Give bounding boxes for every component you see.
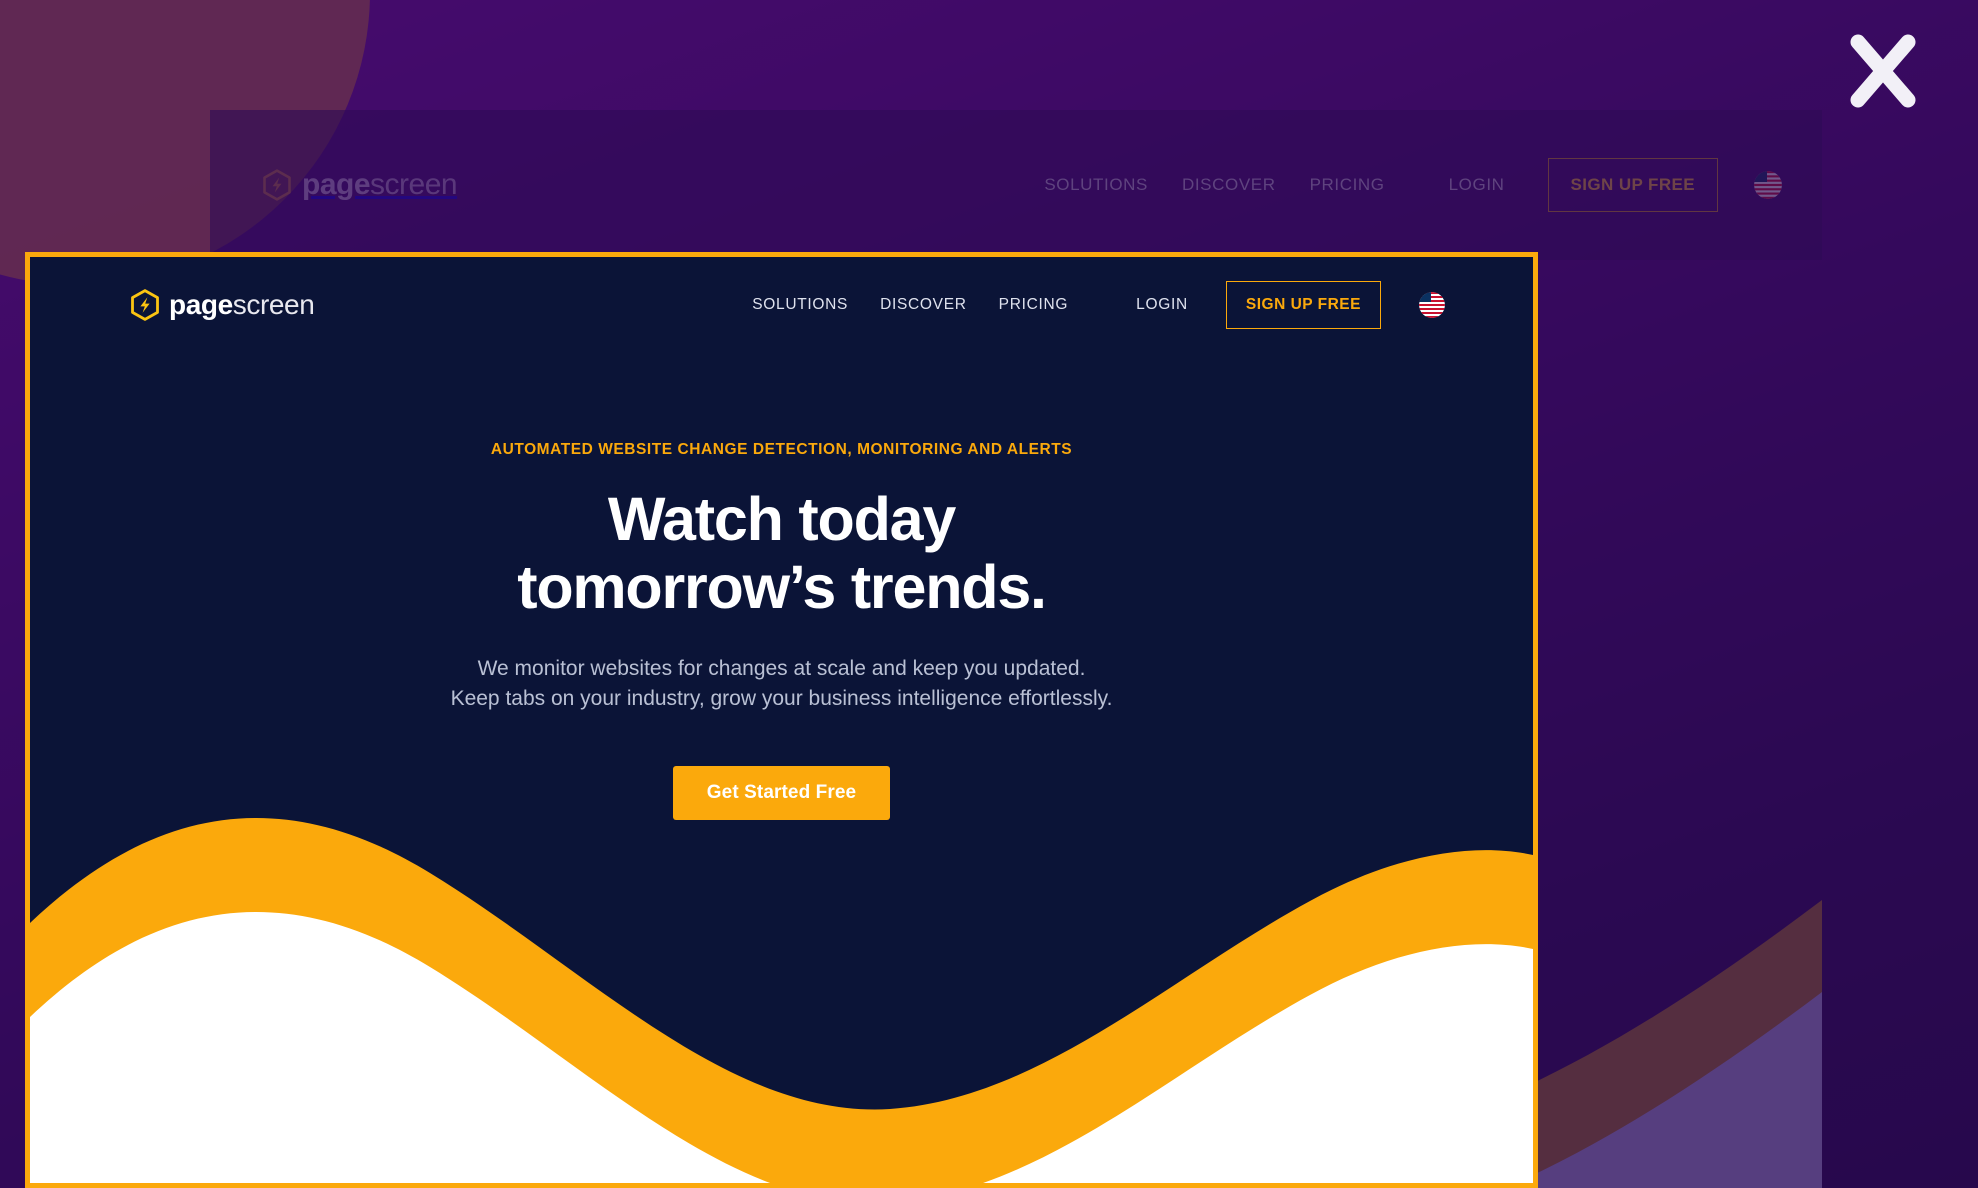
hero-section: AUTOMATED WEBSITE CHANGE DETECTION, MONI… bbox=[30, 353, 1533, 821]
hero-cta-wrap: Get Started Free bbox=[30, 766, 1533, 821]
hero-eyebrow: AUTOMATED WEBSITE CHANGE DETECTION, MONI… bbox=[490, 441, 1073, 458]
panel-nav: SOLUTIONS DISCOVER PRICING LOGIN SIGN UP… bbox=[736, 281, 1445, 329]
background-logo[interactable]: pagescreen bbox=[262, 168, 458, 202]
background-nav-pricing[interactable]: PRICING bbox=[1293, 175, 1402, 195]
get-started-free-button[interactable]: Get Started Free bbox=[672, 766, 891, 821]
panel-logo[interactable]: pagescreen bbox=[130, 289, 315, 321]
panel-header: pagescreen SOLUTIONS DISCOVER PRICING LO… bbox=[30, 257, 1533, 353]
hero-headline: Watch today tomorrow’s trends. bbox=[30, 485, 1533, 622]
background-nav-login[interactable]: LOGIN bbox=[1432, 175, 1522, 195]
hero-wave-graphic bbox=[30, 763, 1533, 1183]
us-flag-icon[interactable] bbox=[1754, 171, 1782, 199]
pagescreen-hexagon-icon bbox=[262, 169, 292, 201]
screenshot-stage: pagescreen SOLUTIONS DISCOVER PRICING LO… bbox=[0, 0, 1978, 1188]
hero-subtitle-line2: Keep tabs on your industry, grow your bu… bbox=[450, 686, 1113, 710]
panel-signup-button[interactable]: SIGN UP FREE bbox=[1225, 281, 1381, 329]
background-nav: SOLUTIONS DISCOVER PRICING LOGIN SIGN UP… bbox=[1027, 158, 1782, 212]
pagescreen-hexagon-icon bbox=[130, 289, 160, 321]
hero-headline-line2: tomorrow’s trends. bbox=[517, 553, 1047, 622]
panel-nav-pricing[interactable]: PRICING bbox=[983, 296, 1085, 314]
hero-subtitle: We monitor websites for changes at scale… bbox=[30, 654, 1533, 714]
background-signup-button[interactable]: SIGN UP FREE bbox=[1547, 158, 1718, 212]
hero-subtitle-line1: We monitor websites for changes at scale… bbox=[477, 656, 1086, 680]
background-header-bar: pagescreen SOLUTIONS DISCOVER PRICING LO… bbox=[210, 110, 1822, 260]
panel-nav-solutions[interactable]: SOLUTIONS bbox=[736, 296, 864, 314]
screenshot-preview-panel: pagescreen SOLUTIONS DISCOVER PRICING LO… bbox=[25, 252, 1538, 1188]
panel-nav-login[interactable]: LOGIN bbox=[1120, 296, 1204, 314]
background-nav-discover[interactable]: DISCOVER bbox=[1165, 175, 1293, 195]
panel-nav-discover[interactable]: DISCOVER bbox=[864, 296, 983, 314]
close-x-icon[interactable] bbox=[1840, 28, 1926, 114]
hero-headline-line1: Watch today bbox=[607, 485, 956, 553]
background-nav-solutions[interactable]: SOLUTIONS bbox=[1027, 175, 1165, 195]
us-flag-icon[interactable] bbox=[1419, 292, 1445, 318]
panel-logo-text: pagescreen bbox=[169, 289, 315, 320]
background-logo-text: pagescreen bbox=[302, 168, 458, 201]
panel-content: pagescreen SOLUTIONS DISCOVER PRICING LO… bbox=[30, 257, 1533, 1183]
